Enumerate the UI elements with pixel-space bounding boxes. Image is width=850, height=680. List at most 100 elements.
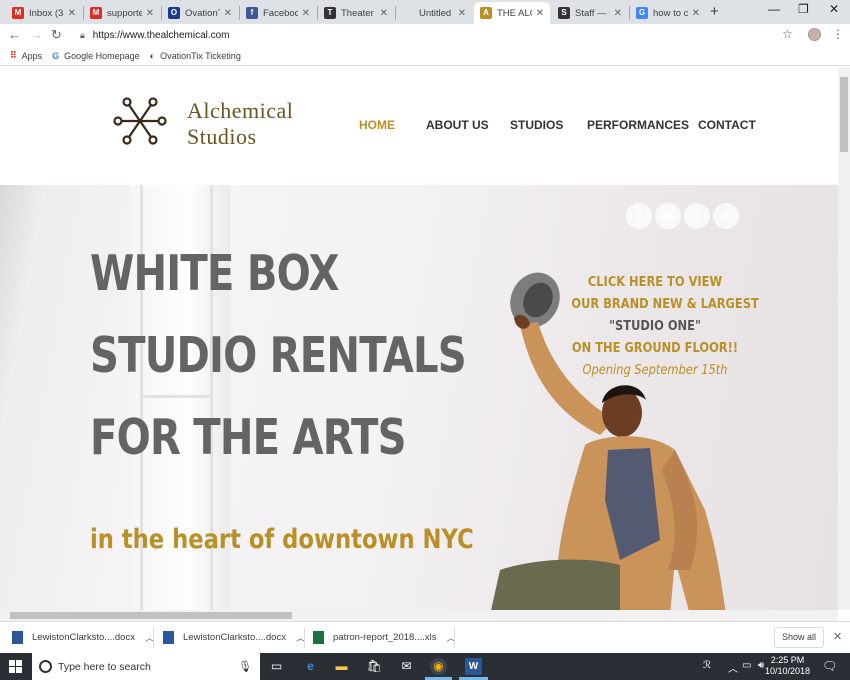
tab-close-icon[interactable]: ✕	[692, 8, 700, 19]
lock-icon: 🔒︎	[80, 29, 85, 40]
gmail-icon: M	[90, 7, 102, 19]
tab-close-icon[interactable]: ✕	[380, 8, 388, 19]
vertical-scroll-thumb[interactable]	[840, 77, 848, 152]
tab-1[interactable]: Msupporte ✕	[84, 2, 160, 24]
yelp-icon[interactable]: ✲	[713, 203, 739, 229]
browser-menu-icon[interactable]: ⋮	[832, 27, 844, 41]
chrome-icon[interactable]: ◉	[430, 658, 447, 675]
windows-taskbar: Type here to search 🎙︎ ▭ e ▬ 🛍︎ ✉︎ ◉ W ℛ…	[0, 653, 850, 680]
headline-line-1: WHITE BOX	[90, 245, 340, 302]
tab-4[interactable]: T Theater R ✕	[318, 2, 394, 24]
alchemical-icon: A	[480, 7, 492, 19]
clock-time: 2:25 PM	[770, 655, 805, 665]
file-explorer-icon[interactable]: ▬	[333, 658, 350, 675]
back-arrow-icon[interactable]: ←	[8, 27, 21, 42]
tab-separator	[239, 6, 240, 20]
google-icon: G	[52, 50, 60, 61]
alchemical-logo-icon[interactable]	[112, 91, 168, 151]
nav-about-us[interactable]: ABOUT US	[426, 118, 489, 132]
download-item[interactable]: LewistonClarksto....docx ︿	[12, 631, 154, 644]
excel-doc-icon	[313, 631, 324, 644]
tab-separator	[317, 6, 318, 20]
profile-avatar[interactable]	[808, 28, 821, 41]
tab-8[interactable]: Ghow to cl ✕	[630, 2, 706, 24]
theater-icon: S	[558, 7, 570, 19]
tab-close-icon[interactable]: ✕	[536, 8, 544, 19]
bookmark-star-icon[interactable]: ☆	[782, 27, 793, 41]
tab-5[interactable]: Untitled ✕	[396, 2, 472, 24]
twitter-icon[interactable]: t	[684, 203, 710, 229]
tab-strip: M Inbox (34 ✕ Msupporte ✕ O OvationTi ✕ f Faceboo…	[0, 0, 850, 24]
download-item[interactable]: LewistonClarksto....docx ︿	[163, 631, 305, 644]
nav-performances[interactable]: PERFORMANCES	[587, 118, 689, 132]
tray-chevron-icon[interactable]: ︿	[728, 660, 738, 675]
tab-6[interactable]: A THE ALC ✕	[474, 2, 550, 24]
edge-browser-icon[interactable]: e	[302, 658, 319, 675]
people-icon[interactable]: ℛ	[703, 660, 711, 671]
minimize-button[interactable]: —	[768, 2, 780, 16]
action-center-icon[interactable]: 🗨︎	[822, 659, 837, 673]
tab-close-icon[interactable]: ✕	[614, 8, 622, 19]
facebook-icon[interactable]: f	[626, 203, 652, 229]
network-icon[interactable]: ▭	[742, 660, 751, 671]
facebook-icon: f	[246, 7, 258, 19]
tab-separator	[395, 6, 396, 20]
browser-toolbar: ← → ↻ 🔒︎ https://www.thealchemical.com ☆	[0, 24, 850, 46]
restore-button[interactable]: ❐	[798, 2, 809, 16]
tab-label: supporte	[107, 7, 142, 19]
hero-banner[interactable]: f ◎ t ✲ WHITE BOX STUDIO RENTALS FOR THE AR…	[0, 185, 838, 610]
tab-separator	[83, 6, 84, 20]
close-downloads-bar-icon[interactable]: ✕	[833, 630, 842, 643]
tab-close-icon[interactable]: ✕	[146, 8, 154, 19]
google-icon: G	[636, 7, 648, 19]
tab-close-icon[interactable]: ✕	[224, 8, 232, 19]
tab-2[interactable]: O OvationTi ✕	[162, 2, 238, 24]
download-filename: LewistonClarksto....docx	[32, 632, 135, 643]
tab-label: Facebook	[263, 7, 298, 19]
brand-line-1: Alchemical	[187, 98, 294, 123]
task-view-icon[interactable]: ▭	[268, 658, 285, 675]
tab-0[interactable]: M Inbox (34 ✕	[6, 2, 82, 24]
mail-icon[interactable]: ✉︎	[398, 658, 415, 675]
new-tab-button[interactable]: +	[710, 3, 719, 20]
dancer-photo	[491, 272, 726, 610]
nav-home[interactable]: HOME	[359, 118, 395, 132]
url-text[interactable]: https://www.thealchemical.com	[93, 30, 230, 41]
microphone-icon[interactable]: 🎙︎	[238, 660, 252, 673]
nav-contact[interactable]: CONTACT	[698, 118, 756, 132]
tab-separator	[161, 6, 162, 20]
instagram-icon[interactable]: ◎	[655, 203, 681, 229]
vertical-scrollbar[interactable]	[838, 67, 850, 610]
ovationtix-icon: ◐	[149, 50, 156, 61]
download-item[interactable]: patron-report_2018....xls ︿	[313, 631, 456, 644]
brand-name[interactable]: Alchemical Studios	[187, 98, 293, 150]
tab-close-icon[interactable]: ✕	[68, 8, 76, 19]
tab-label: Staff — R	[575, 7, 610, 19]
store-icon[interactable]: 🛍︎	[366, 658, 383, 675]
forward-arrow-icon[interactable]: →	[30, 27, 43, 42]
windows-start-icon[interactable]	[9, 660, 22, 673]
download-separator	[304, 628, 305, 648]
word-icon[interactable]: W	[465, 658, 482, 675]
gmail-icon: M	[12, 7, 24, 19]
nav-studios[interactable]: STUDIOS	[510, 118, 563, 132]
address-bar[interactable]: 🔒︎ https://www.thealchemical.com	[70, 26, 800, 44]
bookmark-item[interactable]: ⠿ Apps	[10, 50, 42, 61]
tab-close-icon[interactable]: ✕	[302, 8, 310, 19]
bookmark-item[interactable]: ◐ OvationTix Ticketing	[150, 51, 241, 61]
bookmark-item[interactable]: G Google Homepage	[52, 51, 140, 61]
tab-7[interactable]: S Staff — R ✕	[552, 2, 628, 24]
close-window-button[interactable]: ✕	[829, 2, 839, 16]
show-all-downloads-button[interactable]: Show all	[774, 627, 824, 648]
tab-close-icon[interactable]: ✕	[458, 8, 466, 19]
volume-icon[interactable]: 🔊︎	[758, 660, 764, 671]
horizontal-scrollbar[interactable]	[0, 610, 838, 621]
clock-date: 10/10/2018	[765, 666, 811, 676]
tab-separator	[629, 6, 630, 20]
horizontal-scroll-thumb[interactable]	[10, 612, 292, 619]
bookmark-label: OvationTix Ticketing	[160, 50, 241, 61]
reload-icon[interactable]: ↻	[51, 27, 62, 43]
system-clock[interactable]: 2:25 PM 10/10/2018	[765, 655, 810, 677]
tab-3[interactable]: f Facebook ✕	[240, 2, 316, 24]
taskbar-search-box[interactable]: Type here to search 🎙︎	[32, 653, 260, 680]
